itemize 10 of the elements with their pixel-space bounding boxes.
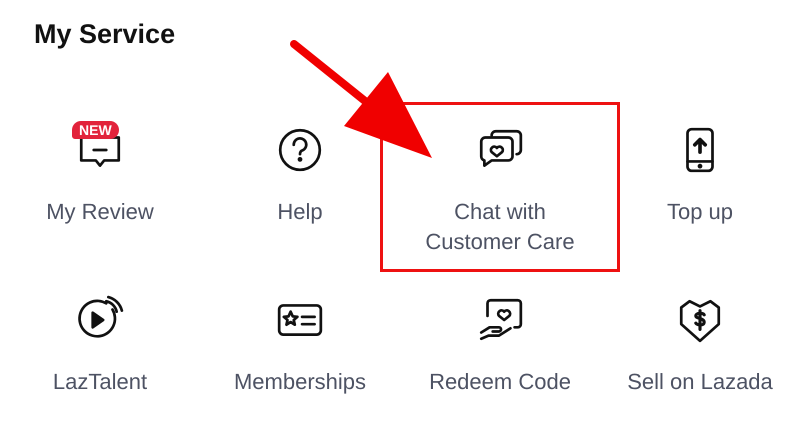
service-item[interactable]: Chat with Customer Care: [380, 102, 620, 272]
section-title: My Service: [34, 18, 176, 51]
service-item[interactable]: Help: [220, 102, 380, 272]
service-item[interactable]: Memberships: [220, 272, 380, 442]
service-item[interactable]: Sell on Lazada: [620, 272, 780, 442]
service-item[interactable]: LazTalent: [20, 272, 180, 442]
service-item[interactable]: Redeem Code: [420, 272, 580, 442]
service-item[interactable]: Top up: [620, 102, 780, 272]
new-badge: NEW: [72, 121, 119, 139]
service-item[interactable]: NEW My Review: [20, 102, 180, 272]
